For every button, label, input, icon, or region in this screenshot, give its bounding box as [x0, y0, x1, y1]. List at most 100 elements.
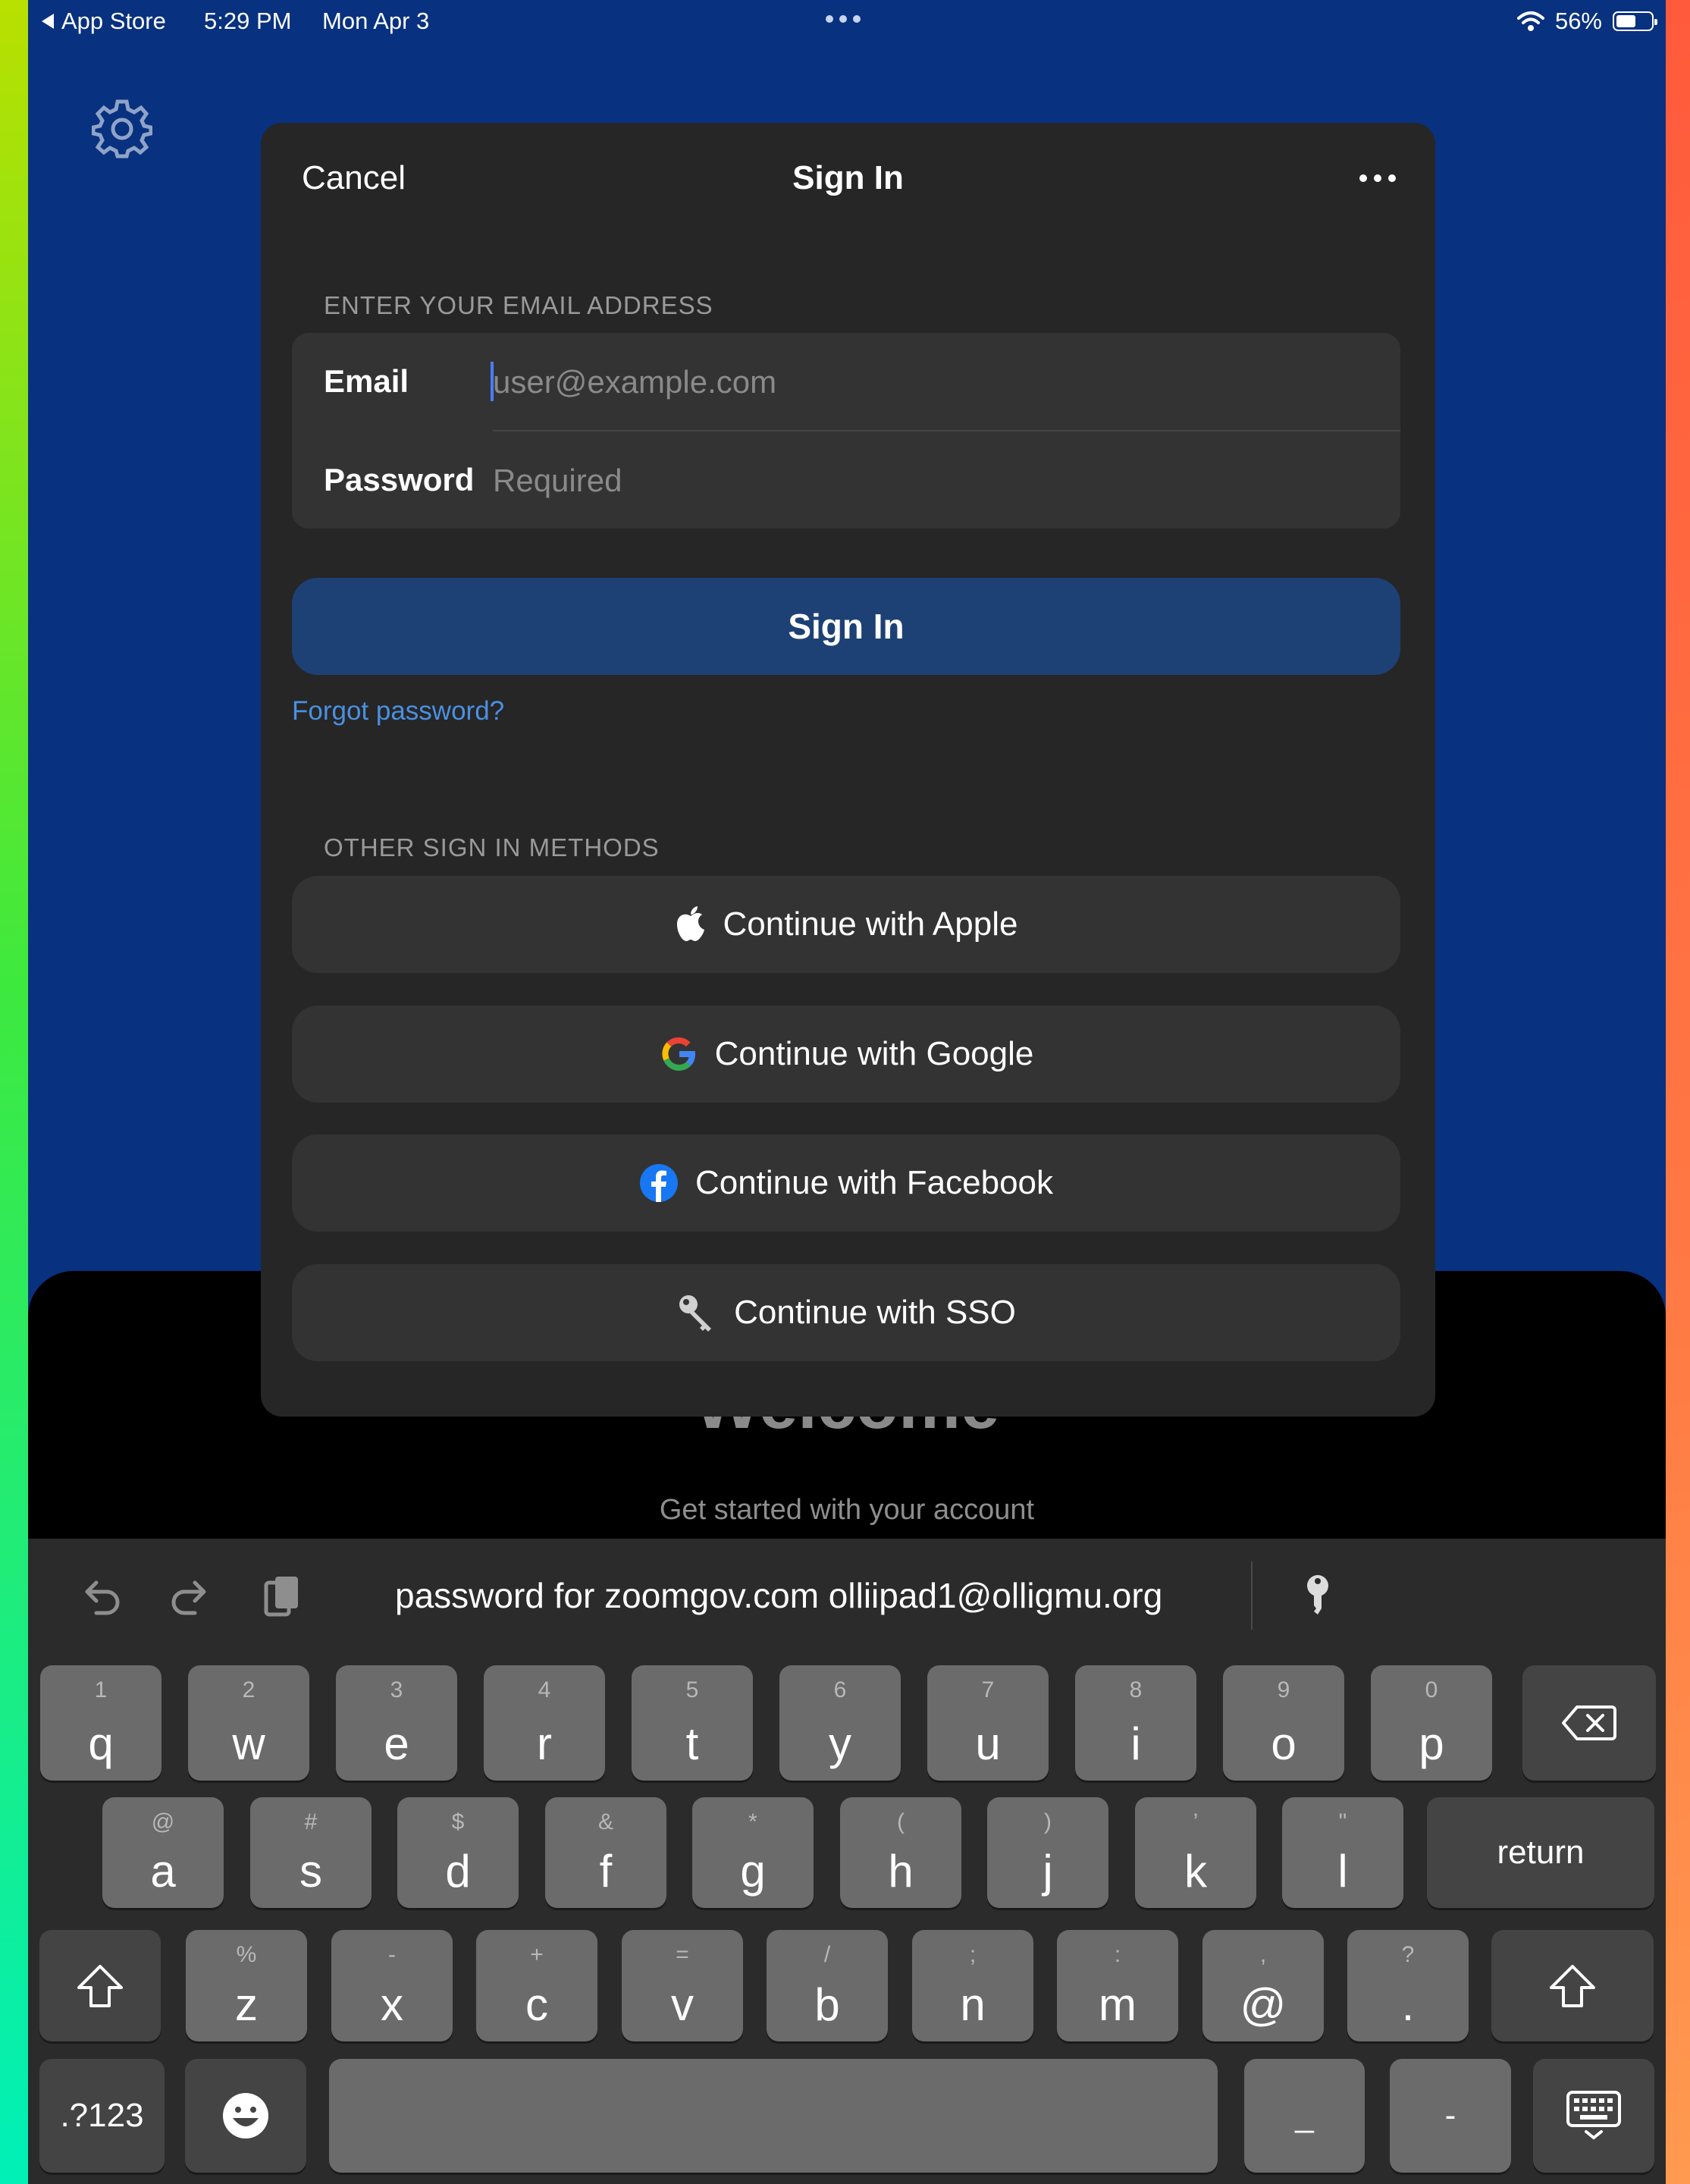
sign-in-button[interactable]: Sign In	[292, 578, 1400, 675]
clipboard-paste-icon[interactable]	[256, 1571, 309, 1624]
key-label: n	[960, 1979, 986, 2030]
key-row1-2[interactable]: 3e	[336, 1665, 457, 1781]
key-row2-2[interactable]: $ d	[397, 1797, 519, 1908]
key-row3-7[interactable]: , @	[1202, 1930, 1324, 2041]
key-row2-6[interactable]: ) j	[987, 1797, 1108, 1908]
key-passwords-icon[interactable]	[1291, 1571, 1344, 1624]
redo-icon[interactable]	[165, 1571, 218, 1624]
forgot-password-link[interactable]: Forgot password?	[292, 696, 504, 726]
key-row3-8[interactable]: ?.	[1347, 1930, 1469, 2041]
key-hint: ,	[1259, 1942, 1267, 1967]
credentials-group: Email Password	[292, 333, 1400, 529]
key-hint: @	[151, 1809, 175, 1834]
key-label: j	[1043, 1846, 1053, 1897]
return-key[interactable]: return	[1427, 1797, 1654, 1908]
google-icon	[662, 1037, 695, 1071]
multitasking-dots-icon[interactable]	[826, 15, 861, 23]
facebook-button-label: Continue with Facebook	[694, 1164, 1054, 1201]
key-hint: (	[897, 1809, 905, 1834]
undo-icon[interactable]	[74, 1571, 127, 1624]
email-field[interactable]	[493, 356, 1372, 409]
key-row1-7[interactable]: 8i	[1075, 1665, 1196, 1781]
continue-with-google-button[interactable]: Continue with Google	[292, 1006, 1400, 1103]
sso-button-label: Continue with SSO	[734, 1294, 1016, 1331]
key-label: l	[1337, 1846, 1348, 1897]
shift-icon	[1550, 1964, 1595, 2007]
key-row3-0[interactable]: % z	[186, 1930, 307, 2041]
key-row2-7[interactable]: ’ k	[1135, 1797, 1256, 1908]
key-label: e	[384, 1718, 409, 1769]
battery-icon	[1613, 11, 1657, 31]
email-label: Email	[324, 363, 409, 399]
continue-with-apple-button[interactable]: Continue with Apple	[292, 876, 1400, 973]
password-field[interactable]	[493, 454, 1372, 507]
suggestion-divider	[1251, 1561, 1253, 1630]
key-label: g	[740, 1846, 766, 1897]
key-row1-8[interactable]: 9o	[1223, 1665, 1344, 1781]
numbers-label: .?123	[60, 2097, 144, 2134]
battery-percent: 56%	[1554, 8, 1602, 34]
password-suggestion[interactable]: password for zoomgov.com olliipad1@ollig…	[395, 1575, 1162, 1616]
key-row3-2[interactable]: + c	[476, 1930, 597, 2041]
key-label: i	[1130, 1718, 1141, 1769]
modal-title: Sign In	[792, 159, 904, 196]
key-row1-5[interactable]: 6y	[779, 1665, 901, 1781]
key-row1-3[interactable]: 4r	[484, 1665, 605, 1781]
wifi-icon	[1516, 11, 1544, 31]
key-row3-3[interactable]: = v	[622, 1930, 743, 2041]
shift-left-key[interactable]	[39, 1930, 161, 2041]
key-row1-6[interactable]: 7u	[927, 1665, 1049, 1781]
welcome-subtitle: Get started with your account	[659, 1494, 1035, 1526]
key-row2-5[interactable]: (h	[840, 1797, 961, 1908]
key-hint: ’	[1193, 1809, 1199, 1834]
emoji-key[interactable]	[185, 2059, 306, 2173]
key-row2-1[interactable]: # s	[250, 1797, 372, 1908]
key-row1-4[interactable]: 5t	[632, 1665, 753, 1781]
space-bar[interactable]	[329, 2059, 1218, 2173]
key-label: v	[671, 1979, 694, 2030]
key-row2-8[interactable]: " l	[1282, 1797, 1403, 1908]
continue-with-facebook-button[interactable]: Continue with Facebook	[292, 1134, 1400, 1232]
numbers-key[interactable]: .?123	[39, 2059, 165, 2173]
facebook-icon	[639, 1164, 678, 1202]
key-row3-4[interactable]: / b	[767, 1930, 888, 2041]
key-row3-1[interactable]: -x	[331, 1930, 453, 2041]
key-hint: 4	[538, 1677, 551, 1702]
key-label: s	[299, 1846, 322, 1897]
key-row2-0[interactable]: @ a	[102, 1797, 224, 1908]
key-label: t	[685, 1718, 699, 1769]
keyboard-dismiss-icon	[1566, 2091, 1621, 2140]
key-label: o	[1271, 1718, 1297, 1769]
continue-with-sso-button[interactable]: Continue with SSO	[292, 1264, 1400, 1361]
more-options-icon[interactable]	[1359, 174, 1396, 182]
ipad-screen: App Store 5:29 PM Mon Apr 3 56% Welcome …	[28, 0, 1666, 2184]
key-hint: 2	[242, 1677, 256, 1702]
sign-in-modal: Cancel Sign In ENTER YOUR EMAIL ADDRESS …	[261, 123, 1435, 1417]
dash-key[interactable]: -	[1390, 2059, 1511, 2173]
key-label: u	[975, 1718, 1001, 1769]
key-label: a	[150, 1846, 176, 1897]
password-label: Password	[324, 462, 475, 497]
emoji-icon	[223, 2093, 268, 2138]
underscore-key[interactable]: _	[1244, 2059, 1365, 2173]
back-label: App Store	[61, 8, 166, 34]
keyboard-toolbar: password for zoomgov.com olliipad1@ollig…	[28, 1539, 1666, 1652]
dismiss-keyboard-key[interactable]	[1533, 2059, 1654, 2173]
status-date: Mon Apr 3	[322, 8, 430, 34]
key-hint: 0	[1425, 1677, 1438, 1702]
gear-icon[interactable]	[92, 99, 152, 159]
key-row1-9[interactable]: 0p	[1371, 1665, 1492, 1781]
key-row2-3[interactable]: & f	[545, 1797, 666, 1908]
key-row3-6[interactable]: :m	[1057, 1930, 1178, 2041]
key-row2-4[interactable]: * g	[692, 1797, 814, 1908]
key-row1-1[interactable]: 2w	[188, 1665, 309, 1781]
key-hint: /	[823, 1942, 831, 1967]
key-hint: $	[451, 1809, 465, 1834]
back-to-app-store[interactable]: App Store	[42, 8, 166, 35]
shift-icon	[77, 1964, 123, 2007]
key-row1-0[interactable]: 1q	[40, 1665, 161, 1781]
status-bar: App Store 5:29 PM Mon Apr 3 56%	[28, 0, 1666, 46]
shift-right-key[interactable]	[1491, 1930, 1654, 2041]
delete-key[interactable]	[1522, 1665, 1656, 1781]
key-row3-5[interactable]: ; n	[912, 1930, 1033, 2041]
